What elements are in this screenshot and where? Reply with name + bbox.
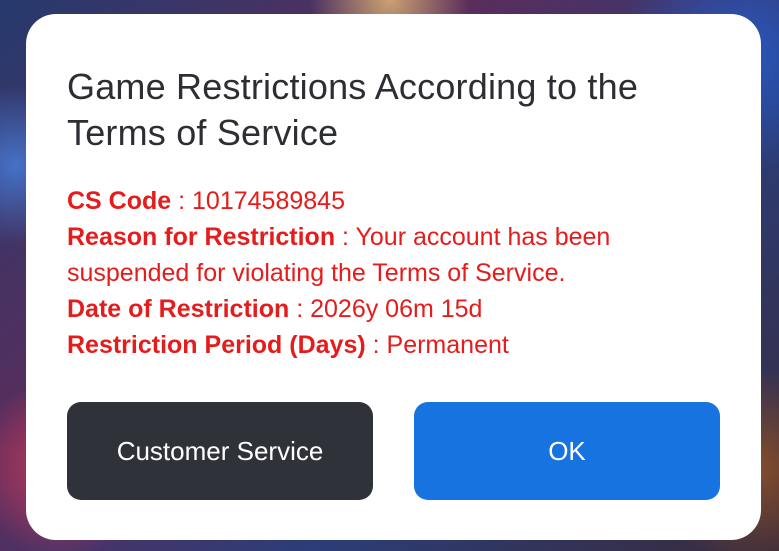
restriction-date-row: Date of Restriction : 2026y 06m 15d [67, 295, 483, 323]
dialog-title: Game Restrictions According to the Terms… [67, 66, 639, 153]
restriction-reason-row: Reason for Restriction : Your account ha… [67, 223, 611, 287]
restriction-period-row: Restriction Period (Days) : Permanent [67, 331, 509, 359]
cs-code-value: 10174589845 [192, 187, 345, 215]
restriction-date-label: Date of Restriction [67, 295, 290, 323]
ok-button-label: OK [548, 435, 586, 466]
restriction-date-value: 2026y 06m 15d [310, 295, 483, 323]
cs-code-row: CS Code : 10174589845 [67, 187, 345, 215]
cs-code-label: CS Code [67, 187, 172, 215]
customer-service-button[interactable]: Customer Service [67, 402, 373, 500]
restriction-period-value: Permanent [386, 331, 509, 359]
restriction-reason-label: Reason for Restriction [67, 223, 336, 251]
customer-service-button-label: Customer Service [116, 435, 324, 466]
ok-button[interactable]: OK [414, 402, 720, 500]
restriction-dialog: Game Restrictions According to the Terms… [26, 14, 761, 540]
restriction-details: CS Code : 10174589845 Reason for Restric… [67, 183, 707, 363]
restriction-period-label: Restriction Period (Days) [67, 331, 366, 359]
